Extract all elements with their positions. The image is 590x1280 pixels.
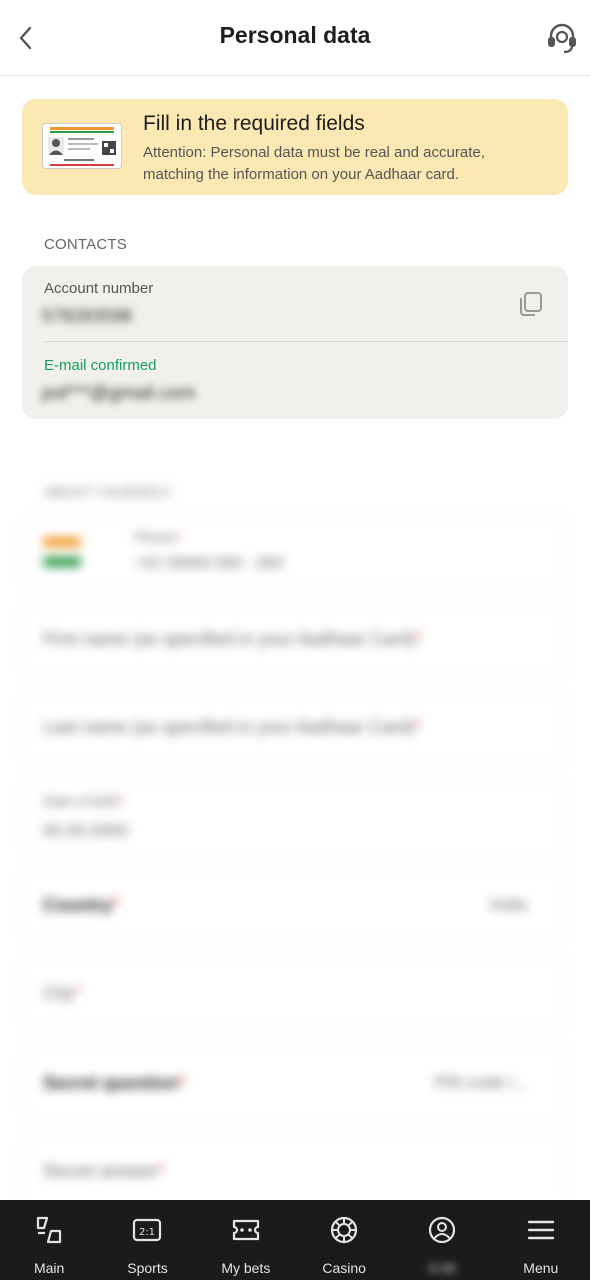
copy-account-button[interactable] (514, 288, 546, 320)
scoreboard-icon: 2:1 (131, 1214, 163, 1246)
date-of-birth-field[interactable]: Date of birth* 00.00.0000 (22, 778, 568, 858)
headset-icon (548, 23, 576, 54)
nav-item-casino[interactable]: Casino (295, 1200, 393, 1280)
aadhaar-card-icon (42, 123, 122, 169)
email-confirmed-label: E-mail confirmed (44, 357, 157, 374)
svg-text:2:1: 2:1 (139, 1227, 155, 1238)
country-label: Country (43, 895, 112, 915)
support-button[interactable] (544, 20, 580, 56)
dob-label: Date of birth (43, 793, 120, 809)
nav-label-balance: 0.00 (428, 1260, 457, 1276)
nav-item-account[interactable]: 0.00 (393, 1200, 491, 1280)
notice-title: Fill in the required fields (143, 112, 365, 135)
copy-icon (520, 292, 542, 316)
nav-label-my-bets: My bets (221, 1260, 271, 1276)
nav-label-sports: Sports (127, 1260, 168, 1276)
user-circle-icon (426, 1214, 458, 1246)
last-name-field[interactable]: Last name (as specified in your Aadhaar … (22, 690, 568, 766)
secret-question-select[interactable]: Secret question* PIN code i... (22, 1046, 568, 1122)
first-name-placeholder: First name (as specified in your Aadhaar… (43, 629, 416, 649)
phone-label: Phone (135, 529, 176, 545)
nav-label-main: Main (33, 1260, 65, 1276)
menu-icon (525, 1214, 557, 1246)
contacts-card: Account number 578283598 E-mail confirme… (22, 266, 568, 419)
nav-item-main[interactable]: Main (0, 1200, 98, 1280)
divider (44, 341, 568, 342)
secret-question-value: PIN code i... (434, 1073, 527, 1092)
nav-label-casino: Casino (322, 1260, 366, 1276)
page-title: Personal data (219, 22, 371, 48)
ticket-icon (230, 1214, 262, 1246)
about-section-label: ABOUT YOURSELF (44, 484, 172, 500)
phone-field[interactable]: Phone* +91 00000 000 - 000 (22, 516, 568, 592)
required-fields-notice: Fill in the required fields Attention: P… (22, 99, 568, 195)
secret-question-label: Secret question (43, 1073, 179, 1093)
country-select[interactable]: Country* India (22, 868, 568, 944)
dob-value: 00.00.0000 (43, 821, 129, 840)
blurred-form: ABOUT YOURSELF Phone* +91 00000 000 - 00… (0, 470, 590, 1200)
notice-text: Attention: Personal data must be real an… (143, 144, 485, 183)
nav-item-menu[interactable]: Menu (492, 1200, 590, 1280)
email-value: pol***@gmail.com (42, 383, 196, 404)
phone-value: +91 00000 000 - 000 (135, 555, 284, 572)
secret-answer-field[interactable]: Secret answer* (22, 1134, 568, 1200)
account-number-value: 578283598 (42, 306, 133, 326)
nav-item-my-bets[interactable]: My bets (197, 1200, 295, 1280)
home-icon (33, 1214, 65, 1246)
casino-chip-icon (328, 1214, 360, 1246)
last-name-placeholder: Last name (as specified in your Aadhaar … (43, 717, 415, 737)
india-flag-icon (43, 537, 81, 567)
contacts-section-label: CONTACTS (44, 236, 127, 253)
nav-label-menu: Menu (523, 1260, 559, 1276)
nav-item-sports[interactable]: 2:1 Sports (98, 1200, 196, 1280)
account-number-label: Account number (44, 280, 154, 297)
country-value: India (490, 895, 527, 914)
bottom-navigation: Main 2:1 Sports My bets Casino 0.00 Menu (0, 1200, 590, 1280)
city-field[interactable]: City* (22, 956, 568, 1032)
header: Personal data (0, 0, 590, 76)
secret-answer-placeholder: Secret answer (43, 1161, 159, 1181)
city-placeholder: City (43, 983, 74, 1003)
first-name-field[interactable]: First name (as specified in your Aadhaar… (22, 602, 568, 678)
